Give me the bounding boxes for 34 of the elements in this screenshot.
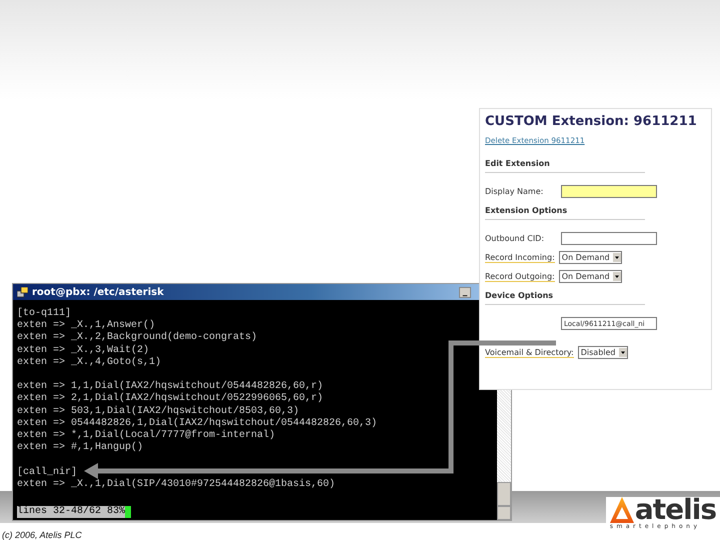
code-line: exten => 1,1,Dial(IAX2/hqswitchout/0544482826,60,r) — [17, 381, 324, 392]
dropdown[interactable]: Disabled — [578, 346, 628, 359]
dropdown[interactable]: On Demand — [558, 251, 622, 264]
section-heading: Device Options — [485, 291, 645, 305]
code-line: exten => 503,1,Dial(IAX2/hqswitchout/8503,60,3) — [17, 406, 300, 418]
terminal-app-icon — [17, 286, 28, 298]
text-field[interactable] — [561, 185, 657, 198]
section-heading: Edit Extension — [485, 159, 645, 173]
code-line: [call_nir] — [17, 466, 78, 478]
field-label: Record Outgoing: — [485, 272, 555, 282]
code-line: exten => _X.,2,Background(demo-congrats) — [17, 332, 258, 344]
field-label: Display Name: — [485, 186, 544, 196]
field-label: Outbound CID: — [485, 234, 546, 244]
page-title: CUSTOM Extension: 9611211 — [485, 113, 698, 130]
field-label: Record Incoming: — [485, 252, 555, 262]
text-field[interactable] — [561, 232, 657, 245]
code-line: exten => *,1,Dial(Local/7777@from-internal) — [17, 430, 276, 442]
code-line: exten => _X.,4,Goto(s,1) — [17, 356, 162, 370]
window-title: root@pbx: /etc/asterisk — [32, 286, 165, 298]
code-line: exten => _X.,1,Dial(SIP/43010#972544482826@1basis,60) — [17, 478, 336, 492]
minimize-button[interactable]: _ — [459, 286, 471, 298]
scrollbar[interactable] — [497, 390, 511, 520]
cursor — [125, 506, 132, 518]
code-line: exten => #,1,Hangup() — [17, 442, 144, 454]
field-label: Voicemail & Directory: — [485, 348, 574, 358]
section-heading: Extension Options — [485, 206, 645, 220]
code-line: exten => _X.,1,Answer() — [17, 320, 156, 332]
copyright-text: (c) 2006, Atelis PLC — [1, 530, 82, 540]
triangle-logo-icon — [610, 496, 634, 522]
logo-name: atelis — [634, 496, 716, 522]
code-line: exten => 2,1,Dial(IAX2/hqswitchout/0522996065,60,r) — [17, 393, 324, 406]
dropdown[interactable]: On Demand — [558, 270, 622, 283]
code-line: exten => 0544482826,1,Dial(IAX2/hqswitchout/0544482826,60,3) — [17, 418, 378, 430]
code-line: [to-q111] — [17, 308, 72, 320]
